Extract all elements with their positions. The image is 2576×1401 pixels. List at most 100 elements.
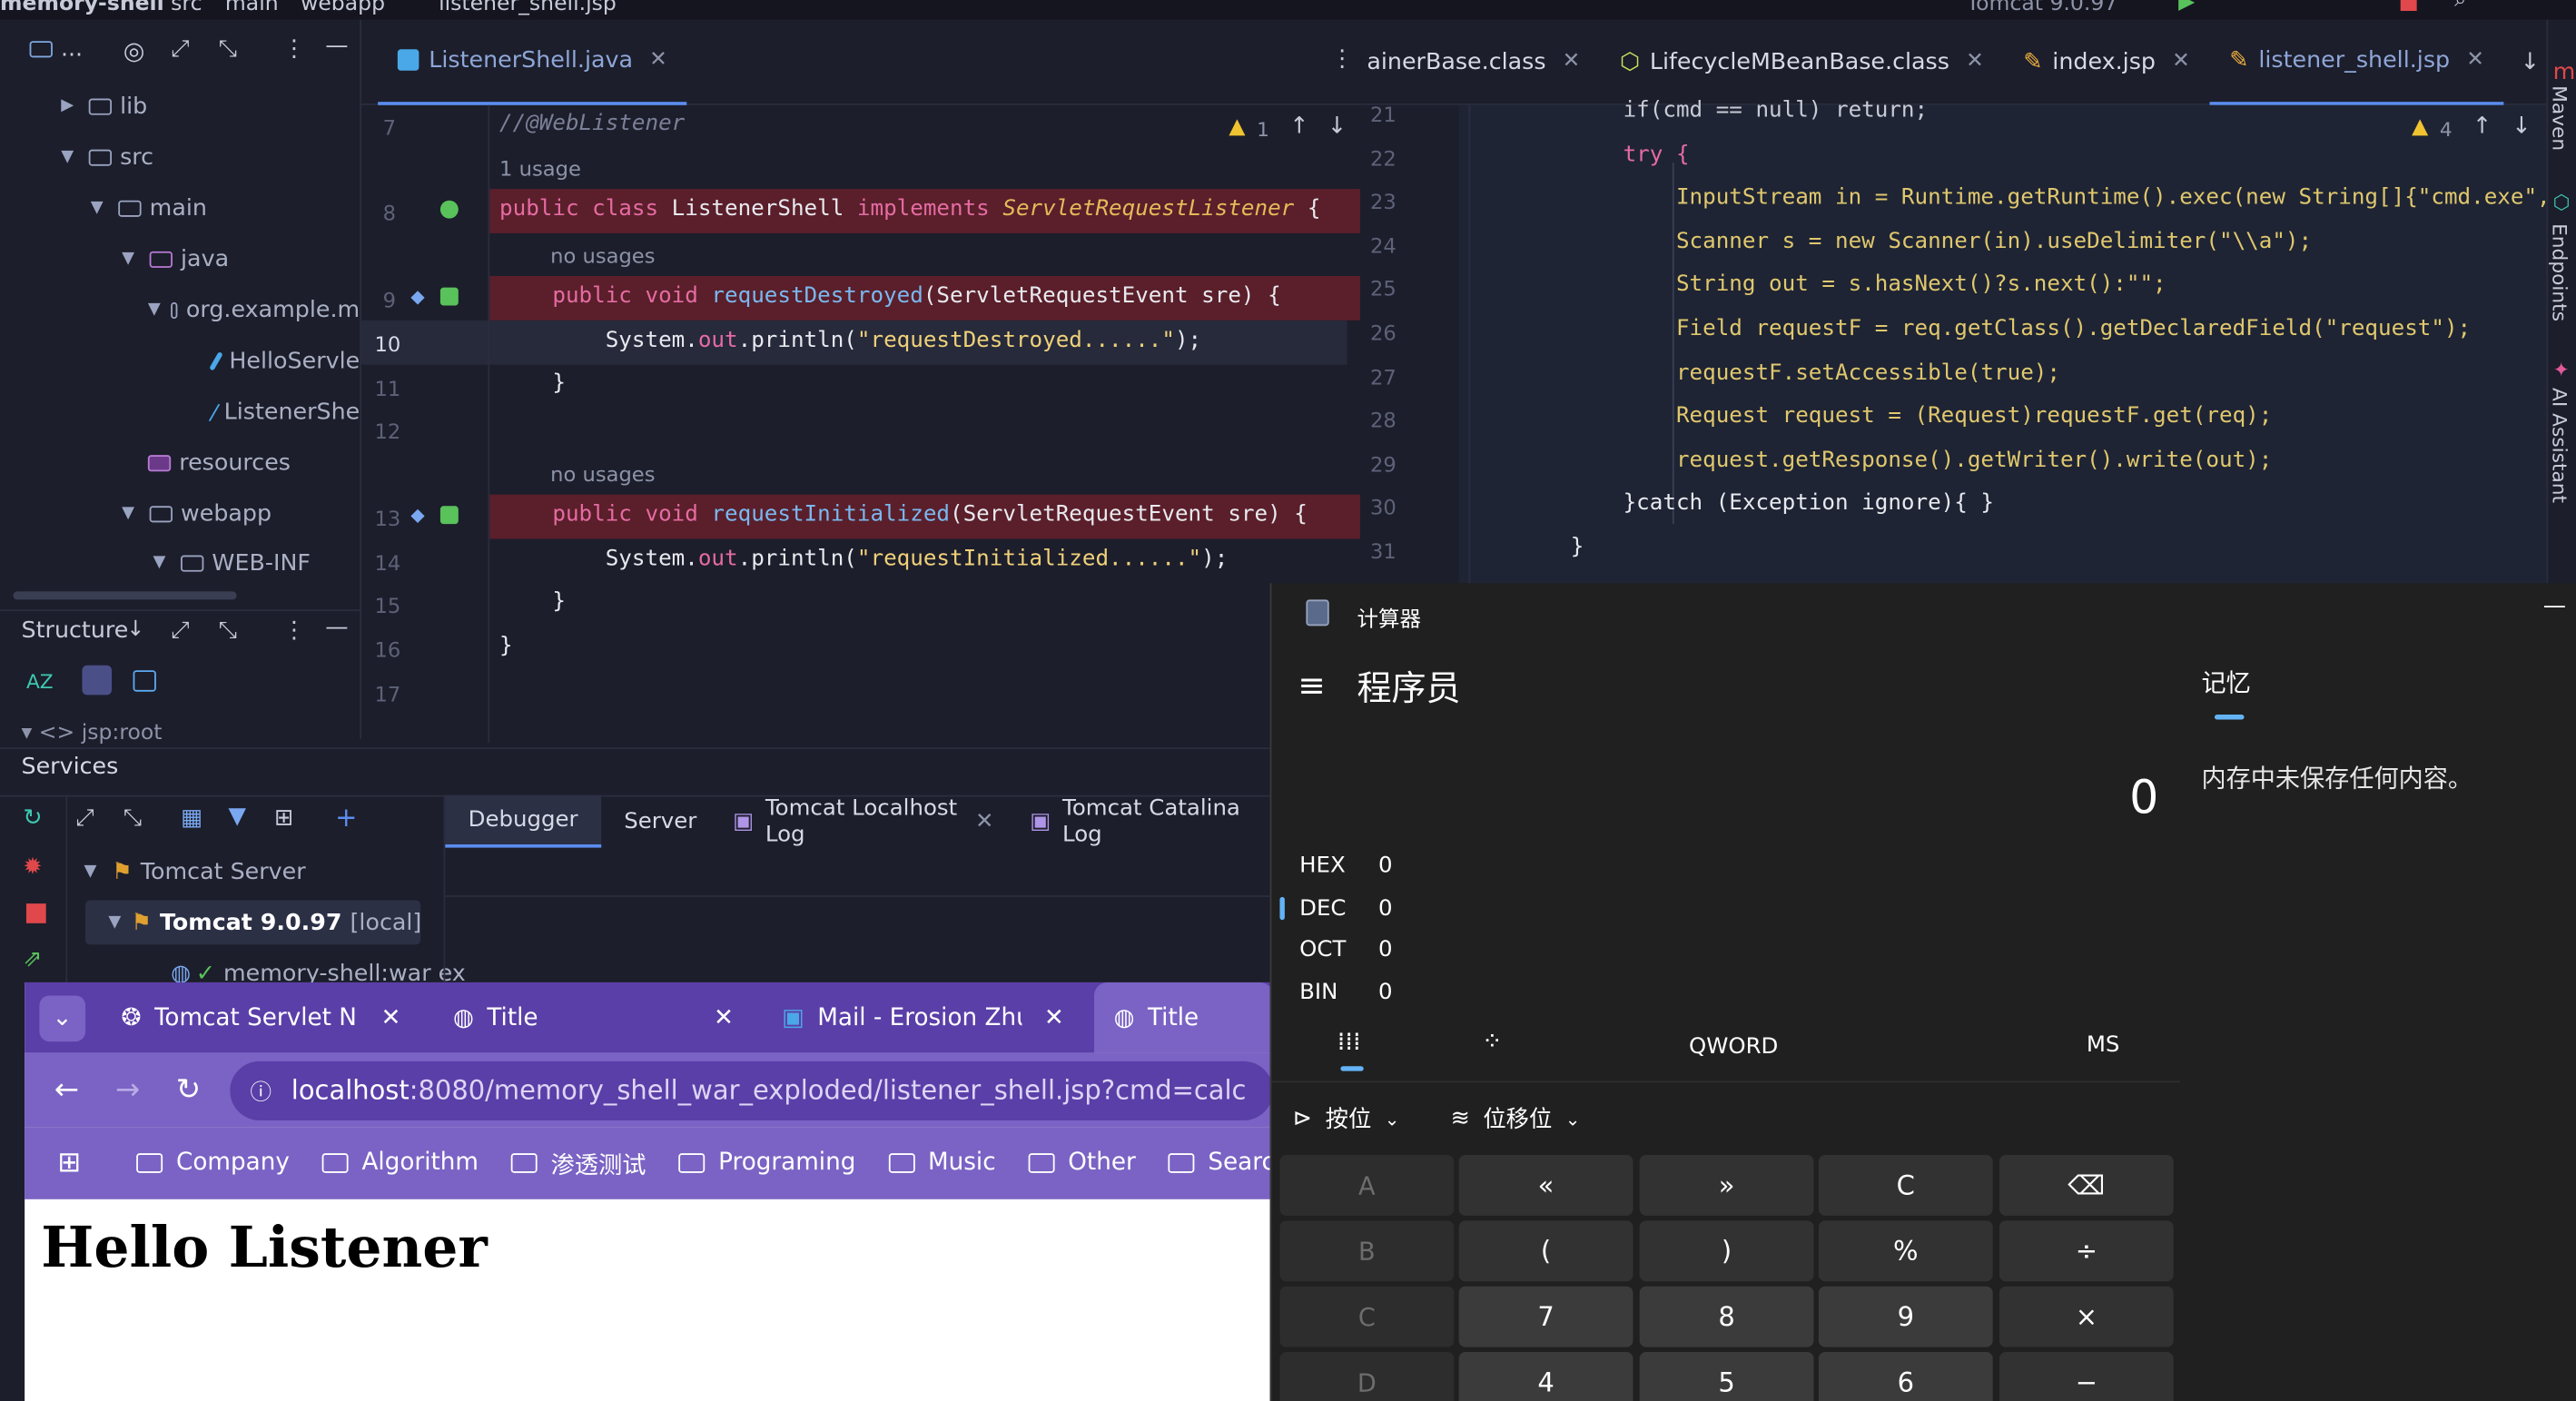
key-minus[interactable]: − [1999,1352,2174,1401]
forward-icon[interactable]: → [115,1072,140,1107]
tree-item-resources[interactable]: resources [0,440,360,485]
key-clear[interactable]: C [1818,1154,1993,1216]
collapse-icon[interactable]: ⤡ [219,36,237,63]
key-close-paren[interactable]: ) [1639,1220,1814,1282]
reload-icon[interactable]: ↻ [176,1072,201,1107]
address-bar[interactable]: ⓘ localhost:8080/memory_shell_war_explod… [230,1060,1274,1120]
endpoints-tool[interactable]: Endpoints [2548,223,2571,321]
base-dec[interactable]: DEC 0 [1299,895,1392,922]
tree-item-webapp[interactable]: ▼ webapp [0,491,360,536]
expand-icon[interactable]: ⤢ [171,617,189,644]
more-icon[interactable]: ⋮ [1331,46,1354,73]
target-icon[interactable]: ◎ [123,36,145,66]
bitwise-dropdown[interactable]: ⊳ 按位 ⌄ [1293,1102,1400,1135]
project-name[interactable]: memory-shell [0,0,164,16]
deploy-icon[interactable]: ⇗ [23,946,42,972]
debug-icon[interactable]: ✹ [23,854,42,881]
ai-assistant-icon[interactable]: ✦ [2553,358,2570,380]
base-bin[interactable]: BIN 0 [1299,979,1392,1005]
browser-tab-tomcat[interactable]: ❂Tomcat Servlet Nan✕ [102,982,434,1053]
breadcrumb-main[interactable]: main [225,0,279,16]
bookmark-other[interactable]: Other [1028,1150,1136,1176]
add-icon[interactable]: + [335,802,357,833]
key-d[interactable]: D [1279,1352,1455,1401]
override-icon[interactable]: ◆ [410,504,424,526]
filter-icon[interactable]: ▼ [228,804,246,830]
tree-item-package[interactable]: ▼ org.example.m [0,288,360,332]
browser-tab-mail[interactable]: ▣ Mail - Erosion Zhu ✕ [762,982,1094,1053]
project-header[interactable]: ... [29,36,83,63]
expand-icon[interactable]: ⤢ [171,36,189,63]
minimize-icon[interactable]: — [2543,593,2566,619]
bookmark-pentest[interactable]: 渗透测试 [511,1146,646,1180]
breakpoint-check-icon[interactable] [439,287,459,306]
close-icon[interactable]: ✕ [1563,49,1581,74]
tree-tomcat-server[interactable]: ▼ ⚑ Tomcat Server [79,849,444,893]
memory-tab[interactable]: 记忆 [2201,666,2250,700]
browser-tab-title[interactable]: ◍ Title ✕ [433,982,762,1053]
tree-item-lib[interactable]: ▶ lib [0,84,360,128]
code-area[interactable]: 21 22 23 24 25 26 27 28 29 30 31 ▲ 4 ↑ ↓… [1360,99,2576,587]
collapse-icon[interactable]: ⤡ [123,805,142,832]
breakpoint-check-icon[interactable] [439,506,459,525]
tree-item-listenershell[interactable]: ListenerShe [0,390,360,434]
tab-listenershell-java[interactable]: ListenerShell.java ✕ [378,19,687,104]
override-icon[interactable]: ◆ [410,286,424,308]
run-config[interactable]: Tomcat 9.0.97 [1967,0,2118,16]
key-shift-right[interactable]: » [1639,1154,1814,1216]
usage-hint[interactable]: no usages [550,243,655,268]
bookmark-music[interactable]: Music [888,1150,996,1176]
key-divide[interactable]: ÷ [1999,1220,2174,1282]
key-shift-left[interactable]: « [1458,1154,1633,1216]
close-icon[interactable]: ✕ [649,47,667,72]
memory-store-button[interactable]: MS [2087,1031,2120,1058]
maven-icon[interactable]: m [2553,59,2576,85]
key-5[interactable]: 5 [1639,1352,1814,1401]
refresh-icon[interactable]: ↻ [23,805,42,832]
run-icon[interactable]: ▶ [2178,0,2195,15]
bookmark-programing[interactable]: Programing [678,1150,855,1176]
bookmark-company[interactable]: Company [136,1150,290,1176]
usage-hint[interactable]: no usages [550,461,655,486]
tree-item-webinf[interactable]: ▼ WEB-INF [0,540,360,585]
browser-tab-title-active[interactable]: ◍ Title [1093,982,1274,1053]
new-config-icon[interactable]: ⊞ [274,805,293,832]
key-multiply[interactable]: × [1999,1286,2174,1347]
tabs-dropdown-icon[interactable]: ↓ [2521,48,2540,74]
key-c-hex[interactable]: C [1279,1286,1455,1347]
key-backspace[interactable]: ⌫ [1999,1154,2174,1216]
stop-icon[interactable] [25,903,46,923]
tab-tomcat-localhost-log[interactable]: ▣ Tomcat Localhost Log ✕ [720,795,1007,848]
ai-assistant-tool[interactable]: AI Assistant [2548,388,2571,503]
sort-alpha-icon[interactable]: AZ [26,670,54,693]
endpoints-icon[interactable]: ⬡ [2553,191,2571,213]
back-icon[interactable]: ← [54,1072,79,1107]
minimize-icon[interactable]: — [325,33,348,59]
group-icon[interactable]: ▦ [181,805,202,832]
implements-icon[interactable] [439,200,459,219]
key-a[interactable]: A [1279,1154,1455,1216]
tab-index-jsp[interactable]: ✎ index.jsp ✕ [2004,19,2210,104]
structure-title[interactable]: Structure [22,617,129,644]
tree-item-java[interactable]: ▼ java [0,237,360,281]
more-icon[interactable]: ⋮ [282,617,305,644]
key-7[interactable]: 7 [1458,1286,1633,1347]
tab-containerbase-class[interactable]: ainerBase.class ✕ [1360,19,1600,104]
show-inherited-icon[interactable] [133,670,156,692]
collapse-icon[interactable]: ⤡ [219,617,237,644]
key-8[interactable]: 8 [1639,1286,1814,1347]
key-b[interactable]: B [1279,1220,1455,1282]
close-icon[interactable]: ✕ [381,1004,401,1031]
tab-actions-icon[interactable]: ⌄ [39,994,85,1041]
next-highlight-icon[interactable]: ↓ [1327,113,1347,140]
key-percent[interactable]: % [1818,1220,1993,1282]
prev-highlight-icon[interactable]: ↑ [1289,113,1308,140]
more-icon[interactable]: ⋮ [282,36,305,63]
minimize-icon[interactable]: — [325,615,348,641]
warning-icon[interactable]: ▲ [1229,115,1245,140]
usage-hint[interactable]: 1 usage [499,156,581,181]
close-icon[interactable]: ✕ [1966,49,1984,74]
base-oct[interactable]: OCT 0 [1299,936,1392,962]
breadcrumb-file[interactable]: listener_shell.jsp [439,0,617,16]
tab-debugger[interactable]: Debugger [445,794,601,848]
